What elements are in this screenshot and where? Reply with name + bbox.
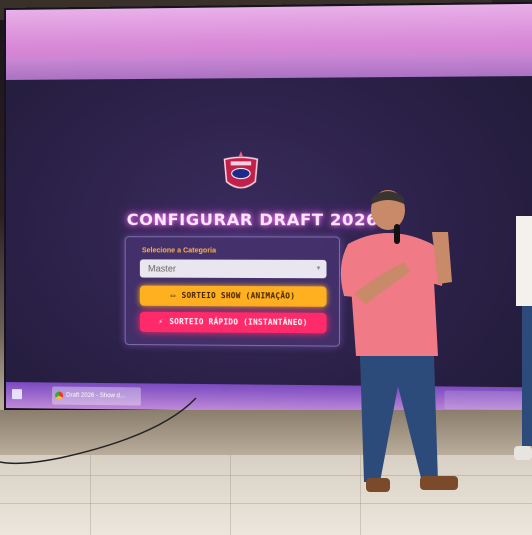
sorteio-rapido-label: SORTEIO RÁPIDO (INSTANTÂNEO) bbox=[169, 317, 308, 328]
page-title: CONFIGURAR DRAFT 2026 bbox=[126, 210, 379, 230]
bystander bbox=[514, 216, 532, 460]
floor-cable bbox=[0, 397, 197, 465]
sorteio-show-label: SORTEIO SHOW (ANIMAÇÃO) bbox=[181, 290, 296, 301]
photo-scene: CONFIGURAR DRAFT 2026 Selecione a Catego… bbox=[0, 0, 532, 535]
team-crest-icon bbox=[220, 151, 261, 194]
category-select[interactable]: Master ▾ bbox=[139, 259, 327, 279]
presenter bbox=[340, 190, 458, 492]
sorteio-rapido-button[interactable]: ⚡ SORTEIO RÁPIDO (INSTANTÂNEO) bbox=[139, 311, 327, 334]
config-panel: Selecione a Categoria Master ▾ ▭ SORTEIO … bbox=[124, 236, 340, 347]
category-label: Selecione a Categoria bbox=[141, 247, 217, 255]
lightning-icon: ⚡ bbox=[158, 316, 164, 327]
monitor-icon: ▭ bbox=[170, 290, 176, 300]
sorteio-show-button[interactable]: ▭ SORTEIO SHOW (ANIMAÇÃO) bbox=[139, 285, 327, 307]
chevron-down-icon: ▾ bbox=[316, 265, 321, 273]
browser-chrome bbox=[5, 3, 532, 80]
category-value: Master bbox=[148, 263, 176, 274]
